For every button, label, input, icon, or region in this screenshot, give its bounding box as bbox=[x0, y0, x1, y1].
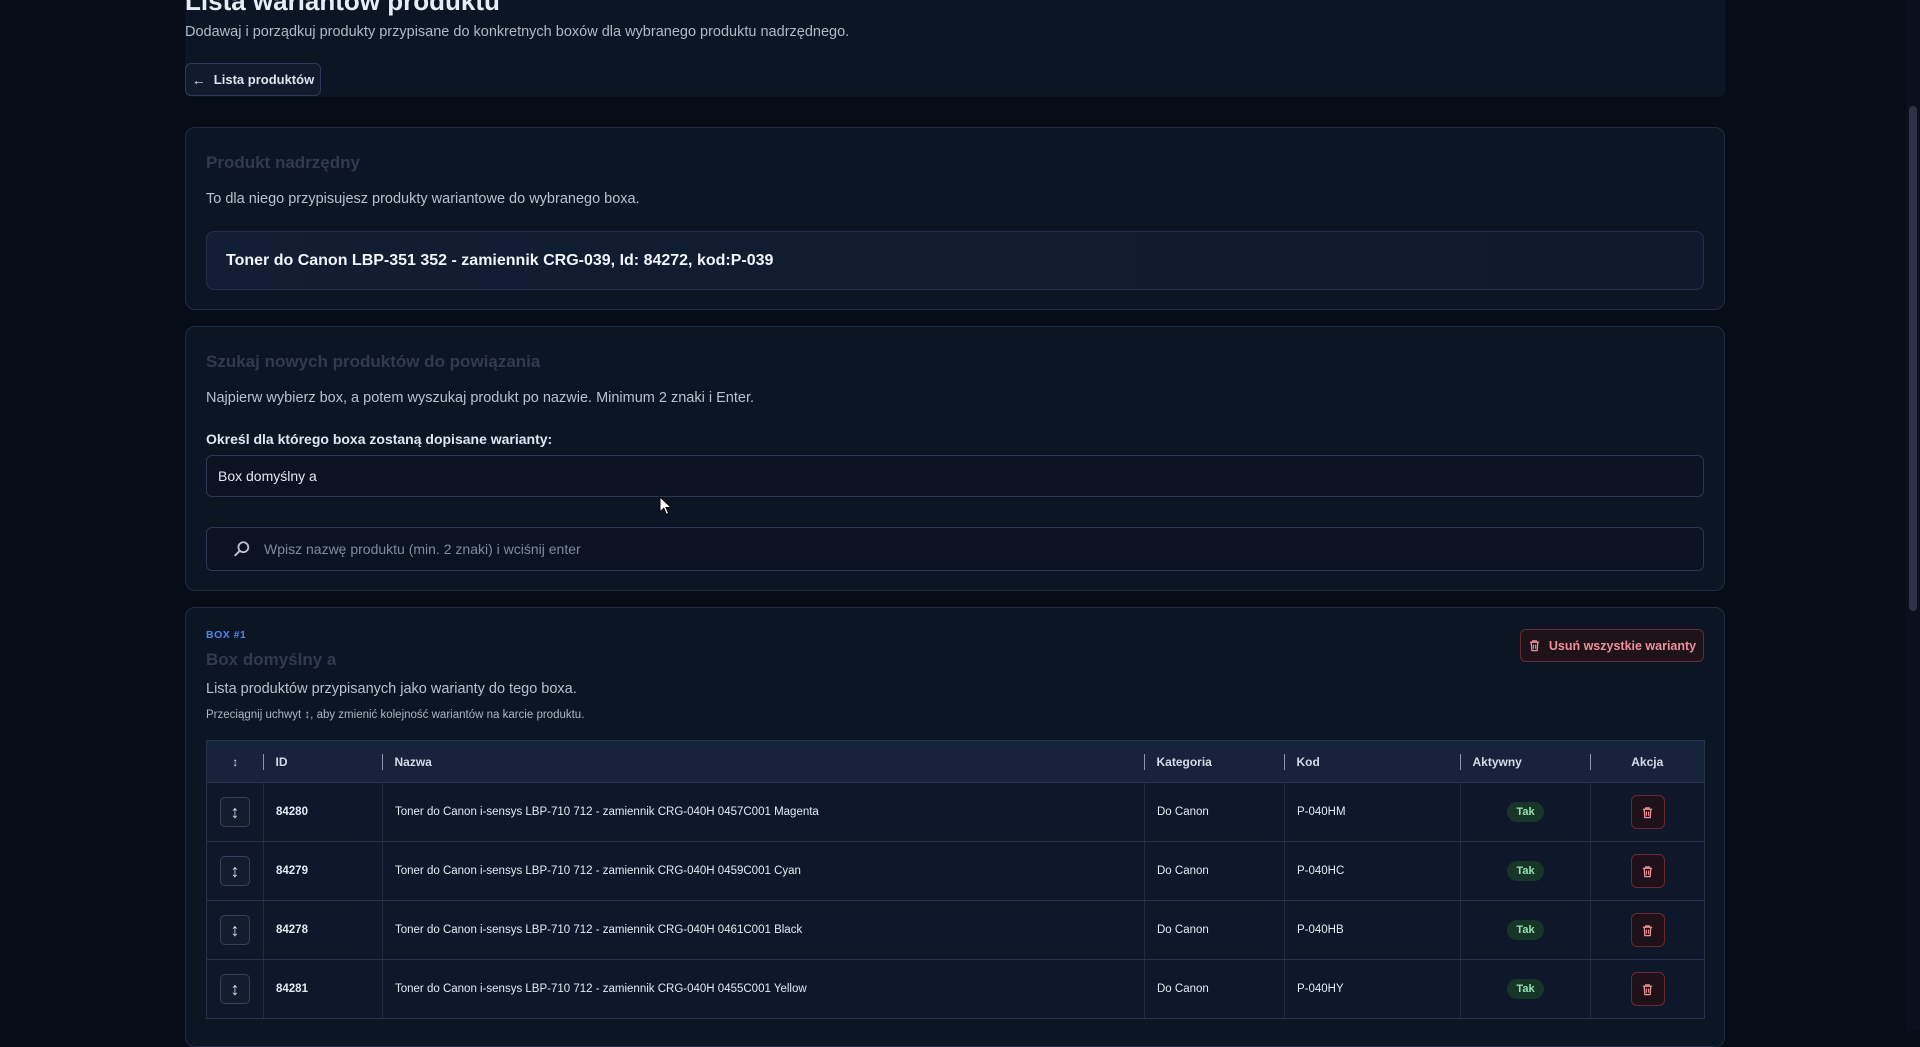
active-badge: Tak bbox=[1507, 861, 1544, 881]
col-category[interactable]: Kategoria bbox=[1144, 740, 1285, 783]
row-category: Do Canon bbox=[1144, 900, 1285, 960]
box-card: BOX #1 Box domyślny a Lista produktów pr… bbox=[185, 607, 1725, 1047]
parent-product-card: Produkt nadrzędny To dla niego przypisuj… bbox=[185, 127, 1725, 310]
row-name: Toner do Canon i-sensys LBP-710 712 - za… bbox=[382, 841, 1145, 901]
delete-all-variants-button[interactable]: Usuń wszystkie warianty bbox=[1520, 629, 1704, 662]
back-to-products-button[interactable]: ← Lista produktów bbox=[185, 63, 321, 96]
parent-product-name: Toner do Canon LBP-351 352 - zamiennik C… bbox=[206, 231, 1704, 290]
page-subtitle: Dodawaj i porządkuj produkty przypisane … bbox=[185, 24, 850, 40]
col-action: Akcja bbox=[1590, 740, 1705, 783]
search-card-desc: Najpierw wybierz box, a potem wyszukaj p… bbox=[206, 390, 755, 406]
row-category: Do Canon bbox=[1144, 782, 1285, 842]
col-code[interactable]: Kod bbox=[1284, 740, 1461, 783]
row-id: 84278 bbox=[263, 900, 383, 960]
drag-handle-icon[interactable]: ↕ bbox=[220, 797, 250, 827]
trash-icon bbox=[1642, 983, 1653, 995]
row-id: 84281 bbox=[263, 959, 383, 1019]
variants-table: ↕ ID Nazwa Kategoria Kod Aktywny Akcja ↕… bbox=[206, 740, 1705, 1019]
table-row: ↕ 84280 Toner do Canon i-sensys LBP-710 … bbox=[206, 782, 1705, 842]
box-select[interactable]: Box domyślny a bbox=[206, 455, 1704, 497]
col-name[interactable]: Nazwa bbox=[382, 740, 1145, 783]
trash-icon bbox=[1642, 924, 1653, 936]
row-category: Do Canon bbox=[1144, 841, 1285, 901]
row-name: Toner do Canon i-sensys LBP-710 712 - za… bbox=[382, 900, 1145, 960]
table-row: ↕ 84279 Toner do Canon i-sensys LBP-710 … bbox=[206, 841, 1705, 901]
row-name: Toner do Canon i-sensys LBP-710 712 - za… bbox=[382, 959, 1145, 1019]
active-badge: Tak bbox=[1507, 802, 1544, 822]
drag-handle-icon[interactable]: ↕ bbox=[220, 974, 250, 1004]
table-row: ↕ 84281 Toner do Canon i-sensys LBP-710 … bbox=[206, 959, 1705, 1019]
col-active[interactable]: Aktywny bbox=[1460, 740, 1591, 783]
trash-icon bbox=[1642, 806, 1653, 818]
drag-handle-icon[interactable]: ↕ bbox=[220, 856, 250, 886]
reorder-hint: Przeciągnij uchwyt ↕, aby zmienić kolejn… bbox=[206, 709, 585, 721]
parent-card-title: Produkt nadrzędny bbox=[206, 153, 360, 172]
box-desc: Lista produktów przypisanych jako warian… bbox=[206, 681, 577, 697]
row-name: Toner do Canon i-sensys LBP-710 712 - za… bbox=[382, 782, 1145, 842]
delete-all-label: Usuń wszystkie warianty bbox=[1548, 638, 1697, 653]
search-card-title: Szukaj nowych produktów do powiązania bbox=[206, 352, 541, 371]
search-card: Szukaj nowych produktów do powiązania Na… bbox=[185, 326, 1725, 591]
back-button-label: Lista produktów bbox=[213, 72, 315, 87]
box-select-value: Box domyślny a bbox=[218, 468, 317, 484]
delete-variant-button[interactable] bbox=[1630, 913, 1665, 947]
table-row: ↕ 84278 Toner do Canon i-sensys LBP-710 … bbox=[206, 900, 1705, 960]
col-handle: ↕ bbox=[206, 740, 264, 783]
delete-variant-button[interactable] bbox=[1630, 854, 1665, 888]
box-select-label: Określ dla którego boxa zostaną dopisane… bbox=[206, 431, 553, 447]
drag-handle-icon[interactable]: ↕ bbox=[220, 915, 250, 945]
active-badge: Tak bbox=[1507, 979, 1544, 999]
row-code: P-040HC bbox=[1284, 841, 1461, 901]
box-name: Box domyślny a bbox=[206, 650, 337, 669]
parent-card-desc: To dla niego przypisujesz produkty waria… bbox=[206, 191, 640, 207]
page-scrollbar[interactable] bbox=[1906, 0, 1920, 1031]
trash-icon bbox=[1642, 865, 1653, 877]
arrow-left-icon: ← bbox=[191, 71, 206, 88]
header-card: Lista wariantów produktu Dodawaj i porzą… bbox=[185, 0, 1725, 97]
table-header-row: ↕ ID Nazwa Kategoria Kod Aktywny Akcja bbox=[206, 740, 1705, 783]
box-tag: BOX #1 bbox=[206, 629, 247, 641]
mouse-cursor-icon bbox=[659, 496, 673, 516]
delete-variant-button[interactable] bbox=[1630, 795, 1665, 829]
row-id: 84279 bbox=[263, 841, 383, 901]
row-id: 84280 bbox=[263, 782, 383, 842]
col-id[interactable]: ID bbox=[263, 740, 383, 783]
active-badge: Tak bbox=[1507, 920, 1544, 940]
row-code: P-040HM bbox=[1284, 782, 1461, 842]
trash-icon bbox=[1529, 640, 1540, 652]
delete-variant-button[interactable] bbox=[1630, 972, 1665, 1006]
row-code: P-040HY bbox=[1284, 959, 1461, 1019]
scrollbar-thumb[interactable] bbox=[1909, 106, 1917, 611]
row-category: Do Canon bbox=[1144, 959, 1285, 1019]
search-icon bbox=[234, 541, 250, 557]
page-title: Lista wariantów produktu bbox=[185, 0, 500, 16]
product-search-input[interactable] bbox=[264, 541, 1703, 557]
product-search-field[interactable] bbox=[206, 527, 1704, 571]
row-code: P-040HB bbox=[1284, 900, 1461, 960]
